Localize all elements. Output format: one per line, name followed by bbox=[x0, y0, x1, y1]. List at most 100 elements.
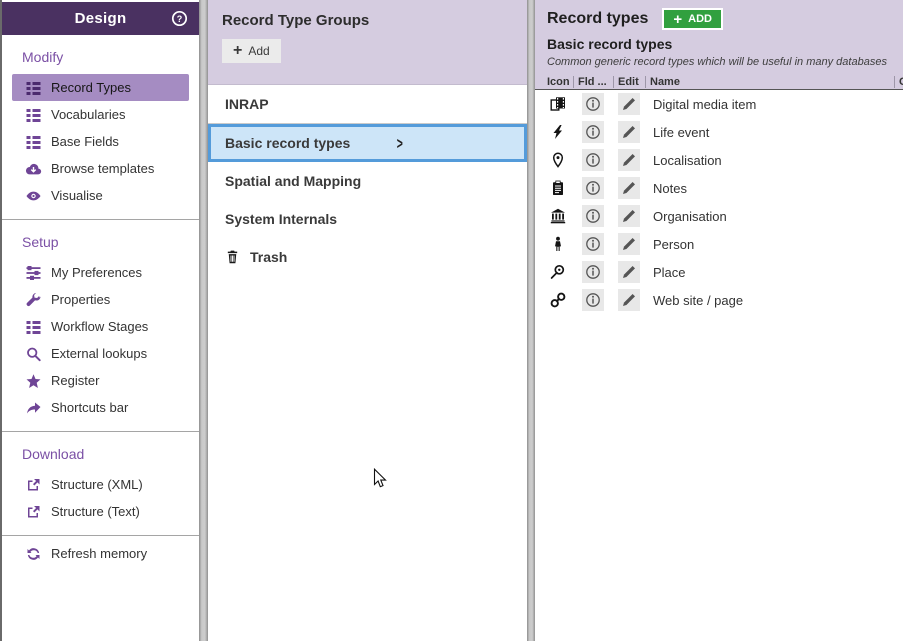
info-button[interactable] bbox=[582, 233, 604, 255]
group-item-label: Basic record types bbox=[225, 135, 350, 151]
sidebar-item-base-fields[interactable]: Base Fields bbox=[12, 128, 189, 155]
sidebar-item-properties[interactable]: Properties bbox=[12, 286, 189, 313]
sliders-icon bbox=[25, 265, 42, 281]
record-type-name: Web site / page bbox=[645, 293, 903, 308]
edit-button[interactable] bbox=[618, 121, 640, 143]
edit-button[interactable] bbox=[618, 205, 640, 227]
list-icon bbox=[25, 107, 42, 123]
edit-button[interactable] bbox=[618, 233, 640, 255]
group-item-basic-record-types[interactable]: Basic record types > bbox=[208, 124, 527, 162]
pencil-icon bbox=[621, 124, 637, 140]
groups-panel-title: Record Type Groups bbox=[222, 12, 527, 29]
record-type-groups-panel: Record Type Groups + Add INRAP Basic reco… bbox=[208, 0, 527, 641]
sidebar-item-label: Refresh memory bbox=[51, 546, 147, 561]
svg-text:?: ? bbox=[177, 14, 183, 24]
record-type-name: Place bbox=[645, 265, 903, 280]
column-header-c[interactable]: C bbox=[894, 76, 903, 88]
info-button[interactable] bbox=[582, 93, 604, 115]
column-header-icon[interactable]: Icon bbox=[543, 76, 573, 88]
record-type-list: Digital media itemLife eventLocalisation… bbox=[535, 90, 903, 314]
sidebar-item-refresh-memory[interactable]: Refresh memory bbox=[12, 540, 189, 567]
section-heading: Setup bbox=[22, 234, 199, 250]
info-button[interactable] bbox=[582, 177, 604, 199]
sidebar-item-structure-text[interactable]: Structure (Text) bbox=[12, 498, 189, 525]
clipboard-icon bbox=[550, 180, 566, 196]
record-type-name: Notes bbox=[645, 181, 903, 196]
bank-icon bbox=[550, 208, 566, 224]
record-type-row: Place bbox=[535, 258, 903, 286]
info-button[interactable] bbox=[582, 261, 604, 283]
pencil-icon bbox=[621, 264, 637, 280]
sidebar-header: Design ? bbox=[2, 2, 199, 35]
info-icon bbox=[585, 96, 601, 112]
trash-icon bbox=[225, 249, 240, 265]
sidebar-item-external-lookups[interactable]: External lookups bbox=[12, 340, 189, 367]
sidebar-item-structure-xml[interactable]: Structure (XML) bbox=[12, 471, 189, 498]
sidebar-item-vocabularies[interactable]: Vocabularies bbox=[12, 101, 189, 128]
sidebar-item-label: Properties bbox=[51, 292, 110, 307]
edit-button[interactable] bbox=[618, 149, 640, 171]
eye-icon bbox=[25, 188, 42, 204]
selected-group-description: Common generic record types which will b… bbox=[547, 56, 903, 68]
edit-button[interactable] bbox=[618, 93, 640, 115]
record-type-name: Digital media item bbox=[645, 97, 903, 112]
group-item-label: INRAP bbox=[225, 96, 269, 112]
edit-button[interactable] bbox=[618, 177, 640, 199]
add-group-label: Add bbox=[248, 44, 269, 58]
sidebar: Design ? Modify Record Types Vocabularies B… bbox=[0, 0, 199, 641]
sidebar-item-label: Vocabularies bbox=[51, 107, 125, 122]
add-group-button[interactable]: + Add bbox=[222, 39, 281, 63]
link-icon bbox=[550, 292, 566, 308]
sidebar-item-browse-templates[interactable]: Browse templates bbox=[12, 155, 189, 182]
sidebar-section: Refresh memory bbox=[2, 535, 199, 577]
sidebar-item-shortcuts-bar[interactable]: Shortcuts bar bbox=[12, 394, 189, 421]
group-item-spatial-and-mapping[interactable]: Spatial and Mapping bbox=[208, 162, 527, 200]
sidebar-item-label: External lookups bbox=[51, 346, 147, 361]
group-item-trash[interactable]: Trash bbox=[208, 238, 527, 276]
info-icon bbox=[585, 292, 601, 308]
star-icon bbox=[25, 373, 42, 389]
film-icon bbox=[550, 96, 566, 112]
circle-question-icon[interactable]: ? bbox=[171, 10, 188, 27]
info-button[interactable] bbox=[582, 289, 604, 311]
edit-button[interactable] bbox=[618, 289, 640, 311]
column-header-name[interactable]: Name bbox=[645, 76, 894, 88]
external-link-icon bbox=[25, 504, 42, 520]
panel-splitter[interactable] bbox=[527, 0, 535, 641]
plus-icon: + bbox=[233, 46, 242, 56]
section-heading: Modify bbox=[22, 49, 199, 65]
pencil-icon bbox=[621, 180, 637, 196]
sidebar-item-record-types[interactable]: Record Types bbox=[12, 74, 189, 101]
add-record-type-button[interactable]: + ADD bbox=[664, 10, 721, 28]
record-type-row: Life event bbox=[535, 118, 903, 146]
sidebar-item-my-preferences[interactable]: My Preferences bbox=[12, 259, 189, 286]
panel-splitter[interactable] bbox=[199, 0, 208, 641]
records-panel-header: Record types + ADD Basic record types Co… bbox=[535, 0, 903, 75]
sidebar-title: Design bbox=[75, 10, 127, 27]
record-type-table-header: IconFld ...EditNameC bbox=[535, 75, 903, 90]
group-item-label: Trash bbox=[250, 249, 287, 265]
record-types-panel: Record types + ADD Basic record types Co… bbox=[535, 0, 903, 641]
record-type-row: Web site / page bbox=[535, 286, 903, 314]
sidebar-item-label: Structure (Text) bbox=[51, 504, 140, 519]
edit-button[interactable] bbox=[618, 261, 640, 283]
group-item-inrap[interactable]: INRAP bbox=[208, 85, 527, 124]
list-icon bbox=[25, 134, 42, 150]
info-button[interactable] bbox=[582, 205, 604, 227]
refresh-icon bbox=[25, 546, 42, 562]
search-icon bbox=[25, 346, 42, 362]
chevron-right-icon: > bbox=[397, 134, 403, 153]
column-header-edit[interactable]: Edit bbox=[613, 76, 645, 88]
sidebar-item-visualise[interactable]: Visualise bbox=[12, 182, 189, 209]
info-button[interactable] bbox=[582, 149, 604, 171]
cloud-download-icon bbox=[25, 161, 42, 177]
sidebar-item-register[interactable]: Register bbox=[12, 367, 189, 394]
column-header-fld[interactable]: Fld ... bbox=[573, 76, 613, 88]
sidebar-section: Modify Record Types Vocabularies Base Field… bbox=[2, 35, 199, 219]
info-button[interactable] bbox=[582, 121, 604, 143]
share-arrow-icon bbox=[25, 400, 42, 416]
group-item-system-internals[interactable]: System Internals bbox=[208, 200, 527, 238]
globe-pin-icon bbox=[550, 264, 566, 280]
sidebar-item-label: Browse templates bbox=[51, 161, 154, 176]
sidebar-item-workflow-stages[interactable]: Workflow Stages bbox=[12, 313, 189, 340]
